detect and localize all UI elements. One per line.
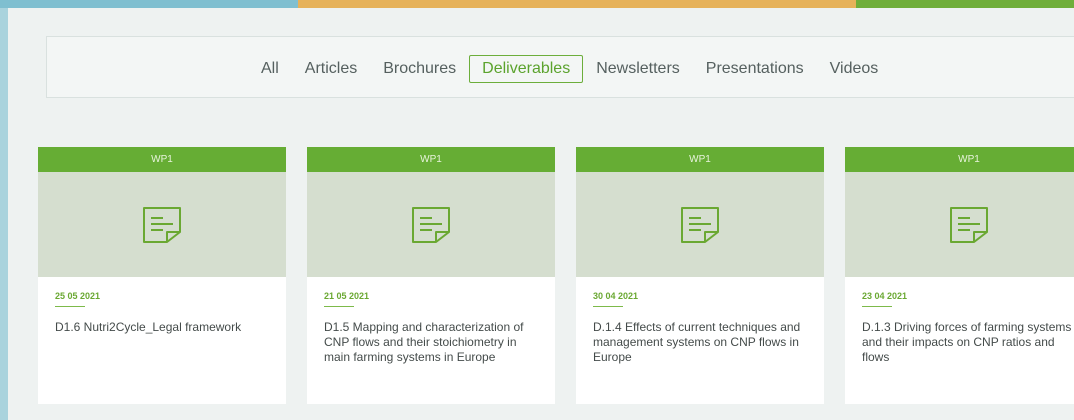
deliverable-card[interactable]: WP1 30 04 2021 D.1.4 Effects of current …	[576, 147, 824, 404]
date-divider	[324, 306, 354, 307]
card-thumbnail[interactable]	[576, 172, 824, 277]
strip-segment-orange	[298, 0, 856, 8]
card-date: 21 05 2021	[324, 291, 370, 301]
card-title-link[interactable]: D1.5 Mapping and characterization of CNP…	[324, 320, 538, 365]
filter-videos[interactable]: Videos	[817, 55, 892, 83]
card-title-link[interactable]: D.1.3 Driving forces of farming systems …	[862, 320, 1074, 365]
deliverable-card[interactable]: WP1 25 05 2021 D1.6 Nutri2Cycle_Legal fr…	[38, 147, 286, 404]
filter-presentations[interactable]: Presentations	[693, 55, 817, 83]
strip-segment-green	[856, 0, 1074, 8]
card-date: 25 05 2021	[55, 291, 101, 301]
filter-bar: All Articles Brochures Deliverables News…	[46, 36, 1074, 98]
card-title-link[interactable]: D.1.4 Effects of current techniques and …	[593, 320, 807, 365]
document-icon	[681, 206, 719, 243]
deliverables-grid: WP1 25 05 2021 D1.6 Nutri2Cycle_Legal fr…	[38, 147, 1074, 404]
card-thumbnail[interactable]	[38, 172, 286, 277]
filter-newsletters[interactable]: Newsletters	[583, 55, 693, 83]
card-thumbnail[interactable]	[307, 172, 555, 277]
deliverable-card[interactable]: WP1 23 04 2021 D.1.3 Driving forces of f…	[845, 147, 1074, 404]
document-icon	[412, 206, 450, 243]
card-thumbnail[interactable]	[845, 172, 1074, 277]
work-package-tag: WP1	[845, 147, 1074, 172]
deliverable-card[interactable]: WP1 21 05 2021 D1.5 Mapping and characte…	[307, 147, 555, 404]
document-icon	[950, 206, 988, 243]
work-package-tag: WP1	[38, 147, 286, 172]
filter-all[interactable]: All	[248, 55, 292, 83]
date-divider	[593, 306, 623, 307]
top-color-strip	[0, 0, 1074, 8]
filter-brochures[interactable]: Brochures	[370, 55, 469, 83]
card-date: 23 04 2021	[862, 291, 908, 301]
date-divider	[55, 306, 85, 307]
strip-segment-blue	[0, 0, 298, 8]
work-package-tag: WP1	[307, 147, 555, 172]
filter-tabs: All Articles Brochures Deliverables News…	[248, 55, 891, 83]
work-package-tag: WP1	[576, 147, 824, 172]
document-icon	[143, 206, 181, 243]
card-date: 30 04 2021	[593, 291, 639, 301]
filter-deliverables[interactable]: Deliverables	[469, 55, 584, 83]
filter-articles[interactable]: Articles	[292, 55, 370, 83]
card-title-link[interactable]: D1.6 Nutri2Cycle_Legal framework	[55, 320, 269, 335]
date-divider	[862, 306, 892, 307]
